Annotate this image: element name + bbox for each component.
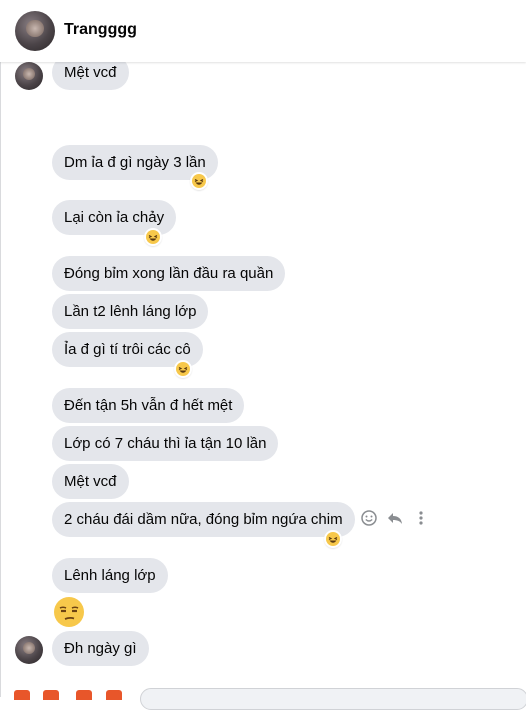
image-icon[interactable]	[43, 690, 59, 700]
laughing-emoji-icon[interactable]	[325, 531, 341, 547]
contact-name[interactable]: Trangggg	[64, 21, 137, 39]
sender-avatar[interactable]	[15, 636, 43, 664]
laughing-emoji-icon[interactable]	[191, 173, 207, 189]
message-bubble[interactable]: Đóng bỉm xong lần đầu ra quần	[52, 256, 286, 291]
contact-avatar[interactable]	[15, 11, 55, 51]
laughing-emoji-icon[interactable]	[175, 361, 191, 377]
chat-header: Trangggg	[0, 0, 526, 62]
unamused-emoji-icon[interactable]	[53, 596, 85, 628]
message-bubble[interactable]: Đh ngày gì	[52, 631, 149, 666]
message-bubble[interactable]: 2 cháu đái dầm nữa, đóng bỉm ngứa chim	[52, 502, 355, 537]
reply-icon[interactable]	[386, 509, 404, 527]
message-composer	[0, 686, 526, 710]
message-bubble[interactable]: Mệt vcđ	[52, 464, 129, 499]
message-input[interactable]	[140, 688, 526, 710]
plus-icon[interactable]	[14, 690, 30, 700]
message-bubble[interactable]: Lớp có 7 cháu thì ỉa tận 10 lần	[52, 426, 279, 461]
message-bubble[interactable]: Lần t2 lênh láng lớp	[52, 294, 209, 329]
smiley-icon[interactable]	[360, 509, 378, 527]
message-actions	[360, 509, 430, 527]
window-border	[0, 0, 1, 697]
laughing-emoji-icon[interactable]	[145, 229, 161, 245]
gif-icon[interactable]	[106, 690, 122, 700]
message-bubble[interactable]: Lênh láng lớp	[52, 558, 168, 593]
message-bubble[interactable]: Đến tận 5h vẫn đ hết mệt	[52, 388, 245, 423]
sticker-icon[interactable]	[76, 690, 92, 700]
sender-avatar[interactable]	[15, 62, 43, 90]
more-vertical-icon[interactable]	[412, 509, 430, 527]
